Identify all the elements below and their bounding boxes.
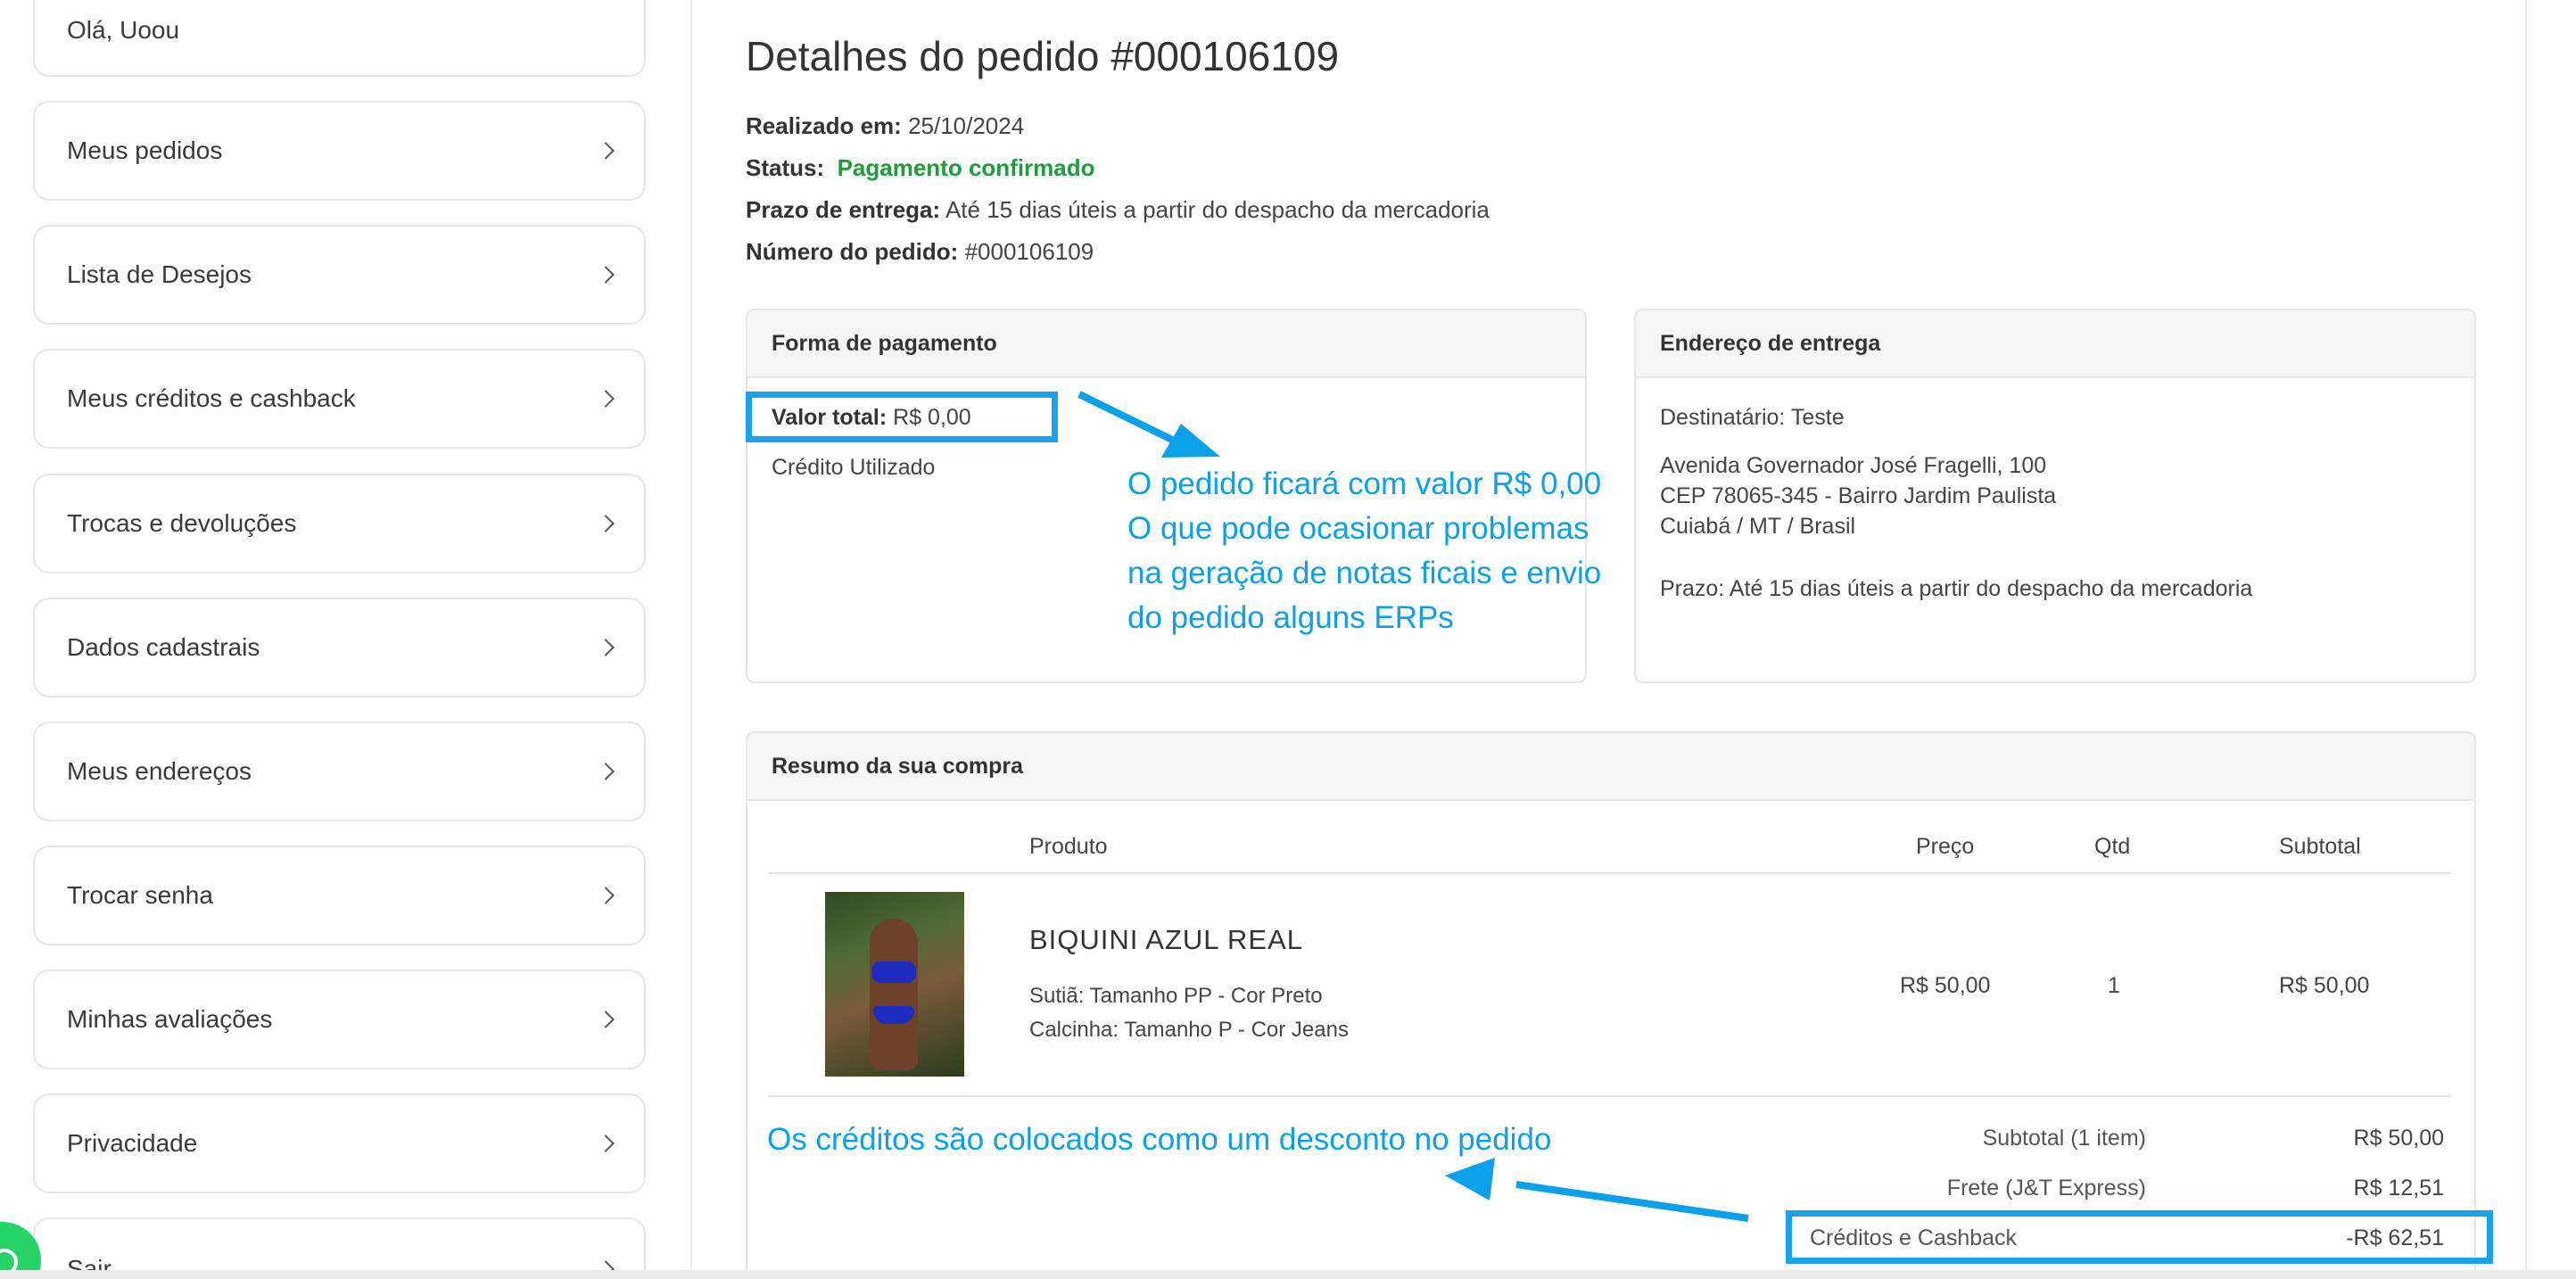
annotation-top: O pedido ficará com valor R$ 0,00 O que … [1127,462,1601,640]
annotation-bottom: Os créditos são colocados como um descon… [767,1122,1552,1157]
page-bottom-edge [0,1270,2576,1279]
arrow-to-credits-head [1445,1158,1495,1201]
annotation-top-line-3: na geração de notas ficais e envio [1127,556,1602,590]
arrow-to-total-line [1077,391,1177,445]
annotation-top-line-2: O que pode ocasionar problemas [1127,511,1589,546]
arrow-to-credits-line [1515,1181,1749,1222]
annotation-top-line-4: do pedido alguns ERPs [1127,600,1454,635]
annotation-top-line-1: O pedido ficará com valor R$ 0,00 [1127,466,1602,501]
